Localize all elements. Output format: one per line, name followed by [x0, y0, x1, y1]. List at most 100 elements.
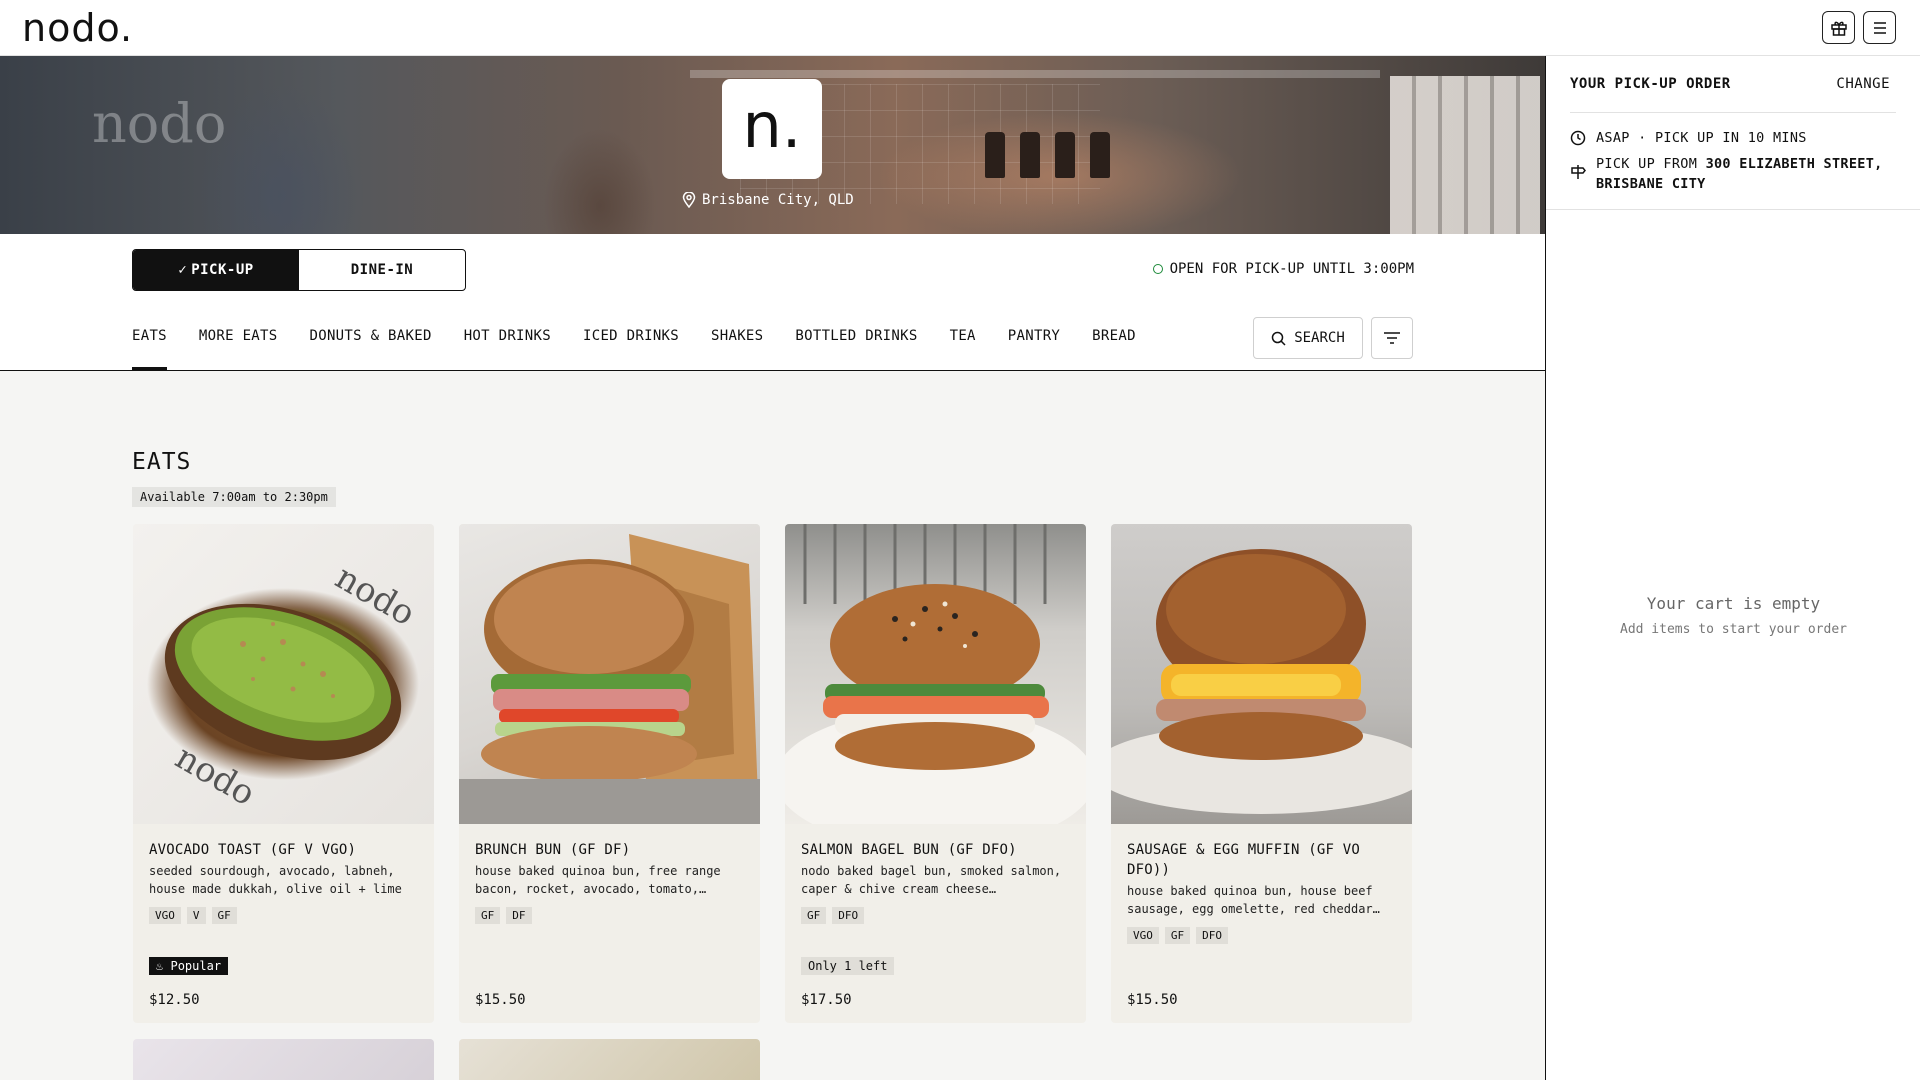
- product-image-salmon-bagel[interactable]: [785, 524, 1086, 824]
- product-card[interactable]: BRUNCH BUN (GF DF) house baked quinoa bu…: [459, 524, 760, 1023]
- pickup-prefix: PICK UP FROM: [1596, 156, 1706, 172]
- availability-badge: Available 7:00am to 2:30pm: [132, 487, 336, 507]
- cart-empty-title: Your cart is empty: [1646, 594, 1821, 613]
- store-location: Brisbane City, QLD: [682, 192, 854, 208]
- pickup-time-text: ASAP · PICK UP IN 10 MINS: [1596, 130, 1807, 146]
- cart-sidebar: YOUR PICK-UP ORDER CHANGE ASAP · PICK UP…: [1545, 56, 1920, 1080]
- check-icon: ✓: [178, 262, 188, 278]
- tab-bottled-drinks[interactable]: BOTTLED DRINKS: [795, 314, 917, 370]
- hero-cups: [1390, 76, 1540, 234]
- menu-content: EATS Available 7:00am to 2:30pm nodo nod…: [0, 371, 1545, 1080]
- popular-badge-text: Popular: [170, 959, 222, 973]
- location-pin-icon: [682, 192, 696, 208]
- product-description: seeded sourdough, avocado, labneh, house…: [149, 864, 402, 896]
- diet-tag: VGO: [1127, 927, 1159, 944]
- hero-bottle: [1020, 132, 1040, 178]
- status-dot-icon: [1152, 264, 1163, 274]
- tab-shakes[interactable]: SHAKES: [711, 314, 763, 370]
- product-price: $17.50: [801, 992, 852, 1008]
- product-description: nodo baked bagel bun, smoked salmon, cap…: [801, 864, 1062, 896]
- order-mode-toggle: ✓ PICK-UP DINE-IN: [132, 249, 466, 291]
- product-price: $15.50: [475, 992, 526, 1008]
- store-logo-badge: n.: [722, 79, 822, 179]
- tab-pantry[interactable]: PANTRY: [1008, 314, 1060, 370]
- product-price: $12.50: [149, 992, 200, 1008]
- brand-logo[interactable]: nodo.: [22, 6, 133, 50]
- product-tags: VGO V GF: [149, 907, 237, 924]
- product-card[interactable]: SALMON BAGEL BUN (GF DFO) nodo baked bag…: [785, 524, 1086, 1023]
- diet-tag: GF: [1164, 927, 1191, 944]
- open-status: OPEN FOR PICK-UP UNTIL 3:00PM: [1152, 261, 1414, 277]
- pickup-location-row: PICK UP FROM 300 ELIZABETH STREET, BRISB…: [1570, 154, 1900, 194]
- diet-tag: GF: [475, 907, 501, 924]
- search-button[interactable]: SEARCH: [1253, 317, 1363, 359]
- pickup-mode-button[interactable]: ✓ PICK-UP: [133, 250, 299, 290]
- tab-donuts-baked[interactable]: DONUTS & BAKED: [309, 314, 431, 370]
- tab-bread[interactable]: BREAD: [1092, 314, 1136, 370]
- top-bar: nodo.: [0, 0, 1920, 56]
- product-tags: VGO GF DFO: [1127, 927, 1228, 944]
- cart-divider: [1546, 209, 1920, 210]
- location-text: Brisbane City, QLD: [702, 192, 854, 208]
- cart-title: YOUR PICK-UP ORDER: [1570, 76, 1731, 92]
- hero-bottle: [985, 132, 1005, 178]
- diet-tag: DFO: [1196, 927, 1228, 944]
- pickup-time-row: ASAP · PICK UP IN 10 MINS: [1570, 128, 1900, 148]
- filter-button[interactable]: [1371, 317, 1413, 359]
- cart-empty-subtitle: Add items to start your order: [1620, 622, 1847, 637]
- product-price: $15.50: [1127, 992, 1178, 1008]
- stock-badge: Only 1 left: [801, 957, 895, 975]
- search-icon: [1271, 331, 1286, 346]
- tab-more-eats[interactable]: MORE EATS: [199, 314, 278, 370]
- diet-tag: V: [186, 907, 206, 924]
- product-image-brunch-bun[interactable]: [459, 524, 760, 824]
- popular-badge: ♨ Popular: [149, 957, 229, 975]
- category-tabs: EATS MORE EATS DONUTS & BAKED HOT DRINKS…: [132, 314, 1136, 370]
- hero-bottle: [1090, 132, 1110, 178]
- tab-hot-drinks[interactable]: HOT DRINKS: [464, 314, 551, 370]
- hero-shelf: [690, 70, 1380, 78]
- diet-tag: GF: [801, 907, 827, 924]
- svg-text:nodo: nodo: [169, 737, 262, 814]
- dine-in-label: DINE-IN: [350, 262, 414, 278]
- diet-tag: DFO: [832, 907, 865, 924]
- product-description: house baked quinoa bun, house beef sausa…: [1127, 884, 1380, 916]
- diet-tag: VGO: [149, 907, 181, 924]
- signpost-icon: [1571, 165, 1586, 179]
- product-tags: GF DFO: [801, 907, 865, 924]
- gift-icon[interactable]: [1822, 11, 1855, 44]
- product-name: SAUSAGE & EGG MUFFIN (GF VO DFO)): [1127, 842, 1360, 878]
- product-name: BRUNCH BUN (GF DF): [475, 842, 631, 858]
- product-card[interactable]: nodo nodo AVOCADO TOAST (GF V VGO) seede…: [133, 524, 434, 1023]
- product-card-partial[interactable]: [133, 1039, 434, 1080]
- pickup-location-text: PICK UP FROM 300 ELIZABETH STREET, BRISB…: [1596, 154, 1900, 194]
- open-status-text: OPEN FOR PICK-UP UNTIL 3:00PM: [1169, 261, 1414, 277]
- diet-tag: GF: [211, 907, 237, 924]
- store-logo-letter: n.: [742, 88, 802, 162]
- product-tags: GF DF: [475, 907, 532, 924]
- menu-icon[interactable]: [1863, 11, 1896, 44]
- tab-eats[interactable]: EATS: [132, 314, 167, 370]
- product-image-avocado-toast[interactable]: nodo nodo: [133, 524, 434, 824]
- hero-background-sign: nodo: [92, 92, 227, 155]
- dine-in-mode-button[interactable]: DINE-IN: [299, 250, 465, 290]
- cart-divider: [1570, 112, 1896, 113]
- hero-bottle: [1055, 132, 1075, 178]
- svg-text:nodo: nodo: [329, 557, 422, 634]
- product-name: SALMON BAGEL BUN (GF DFO): [801, 842, 1017, 858]
- store-hero-banner: nodo n. Brisbane City, QLD: [0, 56, 1545, 234]
- filter-icon: [1384, 332, 1400, 344]
- product-card-partial[interactable]: [459, 1039, 760, 1080]
- diet-tag: DF: [506, 907, 532, 924]
- product-name: AVOCADO TOAST (GF V VGO): [149, 842, 357, 858]
- product-card[interactable]: SAUSAGE & EGG MUFFIN (GF VO DFO)) house …: [1111, 524, 1412, 1023]
- product-description: house baked quinoa bun, free range bacon…: [475, 864, 721, 896]
- clock-icon: [1570, 130, 1586, 146]
- flame-icon: ♨: [156, 959, 164, 973]
- search-label: SEARCH: [1294, 330, 1345, 346]
- product-image-sausage-muffin[interactable]: [1111, 524, 1412, 824]
- change-order-link[interactable]: CHANGE: [1836, 76, 1890, 92]
- pickup-label: PICK-UP: [191, 262, 254, 278]
- tab-tea[interactable]: TEA: [950, 314, 976, 370]
- tab-iced-drinks[interactable]: ICED DRINKS: [583, 314, 679, 370]
